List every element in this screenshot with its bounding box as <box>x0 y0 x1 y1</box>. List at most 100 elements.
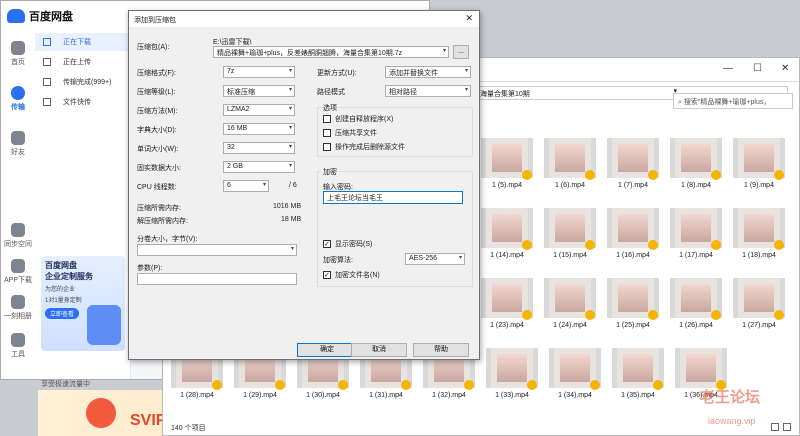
file-name: 1 (18).mp4 <box>742 252 776 259</box>
mem-comp-label: 压缩所需内存: <box>137 205 181 212</box>
delete-source-checkbox[interactable]: 操作完成后删除源文件 <box>323 142 405 152</box>
side-downloading[interactable]: 正在下载 <box>35 33 130 51</box>
player-badge-icon <box>527 380 537 390</box>
rail-home[interactable]: 首页 <box>1 41 35 67</box>
params-input[interactable] <box>137 273 297 285</box>
video-file-item[interactable]: 1 (14).mp4 <box>481 208 533 259</box>
video-file-item[interactable]: 1 (35).mp4 <box>612 348 664 399</box>
browse-button[interactable]: ... <box>453 45 469 59</box>
dict-value: 16 MB <box>227 125 248 132</box>
encrypt-names-checkbox[interactable]: ✓ 加密文件名(N) <box>323 270 380 280</box>
details-view-icon[interactable] <box>771 423 779 431</box>
level-select[interactable]: 标准压缩 ▾ <box>223 85 295 97</box>
video-file-item[interactable]: 1 (7).mp4 <box>607 138 659 189</box>
watermark-url: laowang.vip <box>708 416 756 426</box>
close-icon[interactable]: ✕ <box>781 63 789 74</box>
file-name: 1 (28).mp4 <box>180 392 214 399</box>
video-file-item[interactable]: 1 (27).mp4 <box>733 278 785 329</box>
video-file-item[interactable]: 1 (6).mp4 <box>544 138 596 189</box>
video-file-item[interactable]: 1 (18).mp4 <box>733 208 785 259</box>
video-file-item[interactable]: 1 (16).mp4 <box>607 208 659 259</box>
minimize-icon[interactable]: — <box>723 63 733 74</box>
chevron-down-icon[interactable]: ▾ <box>443 47 446 54</box>
side-quick-transfer[interactable]: 文件快传 <box>35 93 130 111</box>
rail-friends[interactable]: 好友 <box>1 131 35 157</box>
ok-button[interactable]: 确定 <box>297 343 357 357</box>
video-thumbnail <box>607 278 659 320</box>
sync-icon <box>11 223 25 237</box>
mem-decomp-label: 解压缩所需内存: <box>137 218 188 225</box>
video-file-item[interactable]: 1 (5).mp4 <box>481 138 533 189</box>
shared-files-checkbox[interactable]: 压缩共享文件 <box>323 128 377 138</box>
video-file-item[interactable]: 1 (23).mp4 <box>481 278 533 329</box>
checkbox-unchecked-icon <box>323 129 331 137</box>
update-label: 更新方式(U): <box>317 70 357 77</box>
player-badge-icon <box>585 310 595 320</box>
chevron-down-icon: ▾ <box>288 163 292 169</box>
archive-name-input[interactable]: 精品裸舞+瑜珈+plus，反差婊酮胴翘腾，海量合集第10期.7z ▾ <box>213 46 449 58</box>
chevron-down-icon: ▾ <box>464 87 468 93</box>
video-file-item[interactable]: 1 (15).mp4 <box>544 208 596 259</box>
player-badge-icon <box>522 240 532 250</box>
large-icons-view-icon[interactable] <box>783 423 791 431</box>
dict-select[interactable]: 16 MB ▾ <box>223 123 295 135</box>
update-select[interactable]: 添加并替换文件 ▾ <box>385 66 471 78</box>
maximize-icon[interactable]: ☐ <box>753 63 762 74</box>
path-mode-value: 相对路径 <box>389 89 417 96</box>
split-select[interactable]: ▾ <box>137 244 297 256</box>
tools-icon <box>11 333 25 347</box>
video-thumbnail <box>612 348 664 390</box>
promo-illustration-icon <box>87 305 121 345</box>
rail-tools[interactable]: 工具 <box>1 333 35 359</box>
player-badge-icon <box>774 310 784 320</box>
rail-transfer[interactable]: 传输 <box>1 86 35 112</box>
rail-album-label: 一刻相册 <box>4 313 32 320</box>
solid-select[interactable]: 2 GB ▾ <box>223 161 295 173</box>
video-file-item[interactable]: 1 (26).mp4 <box>670 278 722 329</box>
path-mode-select[interactable]: 相对路径 ▾ <box>385 85 471 97</box>
video-file-item[interactable]: 1 (8).mp4 <box>670 138 722 189</box>
video-file-item[interactable]: 1 (17).mp4 <box>670 208 722 259</box>
search-icon: ⌕ <box>678 99 684 106</box>
promo-subtitle: 企业定制服务 <box>45 272 93 281</box>
cancel-button[interactable]: 取消 <box>351 343 407 357</box>
explorer-search-input[interactable]: ⌕ 搜索"精品裸舞+瑜珈+plus， <box>673 93 793 109</box>
side-uploading-label: 正在上传 <box>63 59 91 66</box>
enc-method-select[interactable]: AES-256 ▾ <box>405 253 465 265</box>
word-value: 32 <box>227 144 235 151</box>
close-icon[interactable]: ✕ <box>465 13 473 24</box>
format-select[interactable]: 7z ▾ <box>223 66 295 78</box>
password-input[interactable]: 上毛王论坛当毛王 <box>323 191 463 204</box>
rail-sync[interactable]: 同步空间 <box>1 223 35 249</box>
rail-app-download[interactable]: APP下载 <box>1 259 35 285</box>
help-button[interactable]: 帮助 <box>413 343 469 357</box>
player-badge-icon <box>711 240 721 250</box>
mem-decomp-value: 18 MB <box>281 216 302 223</box>
video-thumbnail <box>733 208 785 250</box>
promo-view-button[interactable]: 立即查看 <box>45 308 80 319</box>
file-name: 1 (35).mp4 <box>621 392 655 399</box>
side-uploading[interactable]: 正在上传 <box>35 53 130 71</box>
video-file-item[interactable]: 1 (24).mp4 <box>544 278 596 329</box>
enterprise-promo-card[interactable]: 百度网盘 企业定制服务 为您的企业 1对1量身定制 立即查看 <box>41 256 125 351</box>
show-password-label: 显示密码(S) <box>335 241 373 248</box>
chevron-down-icon: ▾ <box>262 182 266 188</box>
file-name: 1 (30).mp4 <box>306 392 340 399</box>
rail-album[interactable]: 一刻相册 <box>1 295 35 321</box>
sfx-checkbox[interactable]: 创建自释放程序(X) <box>323 114 393 124</box>
side-downloading-label: 正在下载 <box>63 39 91 46</box>
video-file-item[interactable]: 1 (25).mp4 <box>607 278 659 329</box>
cpu-select[interactable]: 6 ▾ <box>223 180 269 192</box>
video-file-item[interactable]: 1 (33).mp4 <box>486 348 538 399</box>
word-select[interactable]: 32 ▾ <box>223 142 295 154</box>
player-badge-icon <box>711 170 721 180</box>
file-name: 1 (26).mp4 <box>679 322 713 329</box>
file-name: 1 (14).mp4 <box>490 252 524 259</box>
video-thumbnail <box>549 348 601 390</box>
rail-app-download-label: APP下载 <box>3 277 32 284</box>
video-file-item[interactable]: 1 (9).mp4 <box>733 138 785 189</box>
show-password-checkbox[interactable]: ✓ 显示密码(S) <box>323 239 372 249</box>
method-select[interactable]: LZMA2 ▾ <box>223 104 295 116</box>
side-completed[interactable]: 传输完成(999+) <box>35 73 130 91</box>
video-file-item[interactable]: 1 (34).mp4 <box>549 348 601 399</box>
